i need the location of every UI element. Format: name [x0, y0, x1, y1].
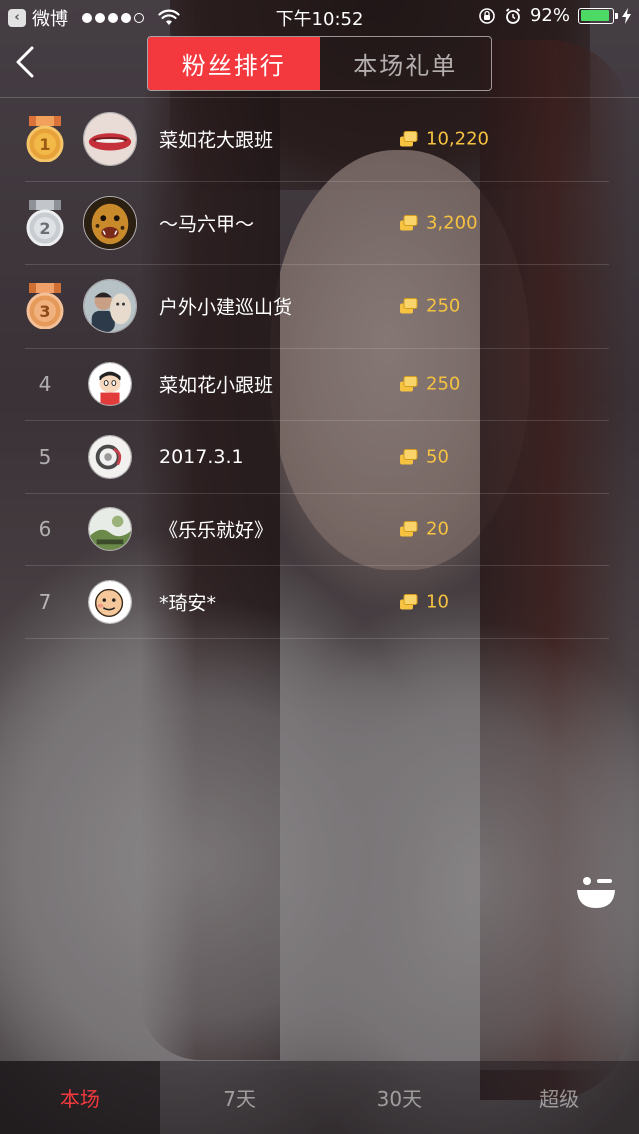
medal-silver-icon: 2	[26, 199, 64, 246]
avatar[interactable]	[83, 195, 137, 250]
avatar[interactable]	[88, 507, 132, 552]
avatar[interactable]	[83, 279, 137, 334]
tab-fan-ranking[interactable]: 粉丝排行	[148, 37, 320, 90]
gift-value: 10,220	[399, 129, 489, 150]
list-item[interactable]: 7 *琦安* 10	[25, 566, 609, 639]
orientation-lock-icon	[479, 7, 495, 24]
fan-ranking-list: 1 菜如花大跟班 10,220 2 ～马六甲～ 3,200 3 户外小建巡山货 …	[0, 98, 639, 639]
fan-name: 2017.3.1	[159, 445, 244, 468]
fan-name: 《乐乐就好》	[159, 519, 274, 542]
fan-name: 户外小建巡山货	[159, 296, 293, 319]
gift-value: 10	[399, 591, 449, 612]
gift-value: 50	[399, 446, 449, 467]
tab-super[interactable]: 超级	[479, 1061, 639, 1134]
list-item[interactable]: 5 2017.3.1 50	[25, 421, 609, 494]
gift-amount: 50	[426, 446, 449, 468]
fan-name: ～马六甲～	[159, 213, 255, 236]
list-item[interactable]: 6 《乐乐就好》 20	[25, 494, 609, 566]
gift-amount: 10,220	[426, 128, 489, 150]
rank-number: 6	[38, 517, 52, 542]
rank-number: 5	[38, 444, 52, 469]
header: 粉丝排行 本场礼单	[0, 32, 639, 98]
alarm-icon	[505, 7, 521, 24]
medal-bronze-icon: 3	[26, 283, 64, 330]
coins-icon	[400, 298, 418, 314]
tab-gift-list[interactable]: 本场礼单	[320, 37, 492, 90]
battery-percent: 92%	[529, 5, 570, 26]
tab-7-days[interactable]: 7天	[160, 1061, 320, 1134]
medal-gold-icon: 1	[26, 116, 64, 163]
gift-value: 250	[399, 296, 460, 317]
gift-value: 3,200	[399, 212, 478, 233]
emoji-wink-icon[interactable]	[574, 868, 618, 912]
gift-amount: 10	[426, 591, 449, 613]
status-right: 92%	[478, 5, 631, 26]
battery-fill	[580, 10, 610, 21]
gift-value: 20	[399, 519, 449, 540]
list-item[interactable]: 2 ～马六甲～ 3,200	[25, 182, 609, 265]
fan-name: 菜如花小跟班	[159, 374, 274, 397]
gift-amount: 250	[426, 373, 461, 395]
gift-amount: 250	[426, 295, 461, 317]
rank-number: 7	[38, 589, 52, 614]
coins-icon	[400, 376, 418, 392]
svg-text:2: 2	[39, 219, 50, 238]
coins-icon	[400, 593, 418, 610]
avatar[interactable]	[88, 579, 132, 624]
tab-30-days[interactable]: 30天	[320, 1061, 480, 1134]
tab-this-session[interactable]: 本场	[0, 1061, 160, 1134]
charging-bolt-icon	[622, 7, 631, 24]
gift-amount: 3,200	[426, 212, 478, 234]
rank-number: 4	[38, 372, 52, 397]
svg-text:1: 1	[39, 135, 50, 154]
list-item[interactable]: 4 菜如花小跟班 250	[25, 349, 609, 421]
avatar[interactable]	[88, 362, 132, 407]
battery-icon	[578, 7, 618, 24]
fan-name: 菜如花大跟班	[159, 129, 274, 152]
fan-name: *琦安*	[159, 592, 217, 615]
avatar[interactable]	[83, 112, 137, 167]
status-bar: ‹ 微博 下午10:52 92%	[0, 0, 639, 32]
coins-icon	[400, 448, 418, 465]
gift-amount: 20	[426, 518, 449, 540]
back-chevron-icon[interactable]	[10, 42, 46, 82]
avatar[interactable]	[88, 434, 132, 479]
svg-text:3: 3	[39, 302, 50, 321]
coins-icon	[400, 521, 418, 537]
coins-icon	[400, 131, 418, 147]
coins-icon	[400, 214, 418, 231]
list-item[interactable]: 3 户外小建巡山货 250	[25, 265, 609, 349]
list-item[interactable]: 1 菜如花大跟班 10,220	[25, 98, 609, 182]
gift-value: 250	[399, 374, 460, 395]
period-tab-bar: 本场 7天 30天 超级	[0, 1061, 639, 1134]
ranking-segmented-control: 粉丝排行 本场礼单	[147, 36, 492, 91]
